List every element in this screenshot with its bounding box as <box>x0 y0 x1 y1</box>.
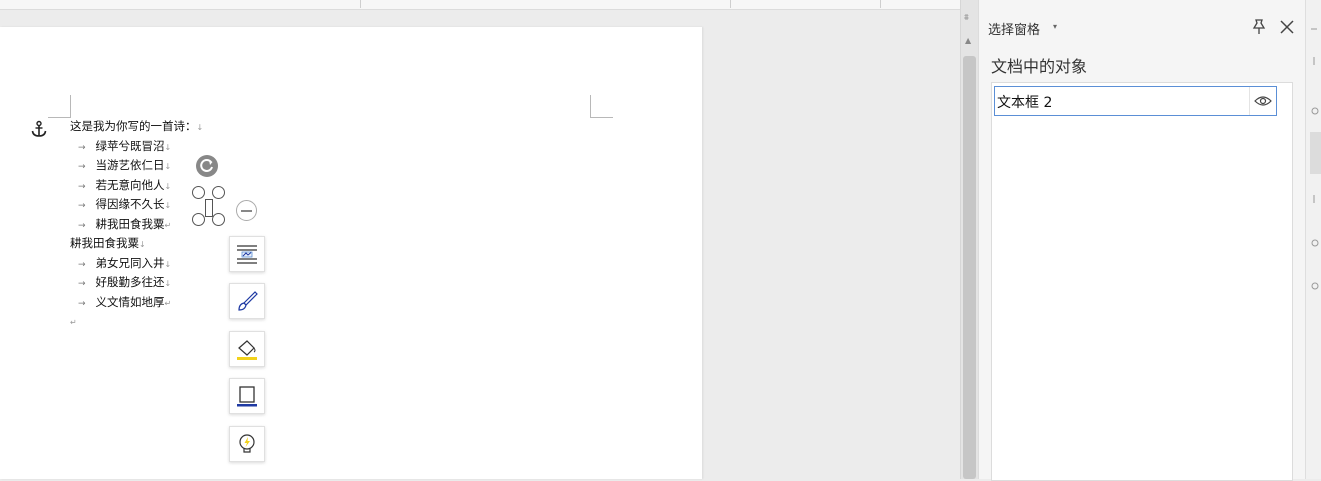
line-text: 弟女兄同入井 <box>95 255 165 270</box>
rotate-icon <box>200 159 213 172</box>
object-list: 文本框 2 <box>991 82 1293 481</box>
ruler-segment <box>360 0 731 8</box>
split-view-icon[interactable]: ⩩ <box>964 13 969 23</box>
sidebar-icon[interactable] <box>1309 106 1319 116</box>
border-color-icon <box>237 386 257 407</box>
paragraph-mark: ↓ <box>164 279 172 288</box>
collapse-button[interactable] <box>236 200 257 221</box>
smart-tool-button[interactable] <box>229 426 265 462</box>
smart-tool-icon <box>239 434 255 453</box>
tab-mark: → <box>78 201 86 211</box>
pane-title[interactable]: 选择窗格 <box>988 19 1040 38</box>
brush-button[interactable] <box>229 283 265 319</box>
text-line: → 弟女兄同入井↓ <box>70 255 171 273</box>
sidebar-selected-tab[interactable] <box>1310 132 1321 174</box>
wrap-text-icon <box>237 245 257 264</box>
tab-mark: → <box>78 142 86 153</box>
text-line: 这是我为你写的一首诗：↓ <box>70 118 203 136</box>
text-line: → 若无意向他人↓ <box>70 177 171 195</box>
wrap-text-button[interactable] <box>229 236 265 272</box>
tab-mark: → <box>78 162 86 172</box>
paragraph-mark: ↓ <box>164 162 172 171</box>
line-text: 得因缘不久长 <box>95 197 165 211</box>
text-line: 耕我田食我粟↓ <box>70 235 146 253</box>
fill-color-button[interactable] <box>229 331 265 367</box>
margin-corner-left <box>48 95 71 118</box>
vertical-scrollbar[interactable]: ⩩ ▲ <box>960 0 979 479</box>
tab-mark: → <box>78 181 86 192</box>
brush-icon <box>238 291 258 311</box>
text-line: → 好殷勤多往还↓ <box>70 274 171 292</box>
scroll-up-icon[interactable]: ▲ <box>965 36 971 45</box>
paragraph-mark: ↵ <box>164 298 172 308</box>
tab-mark: → <box>78 259 86 270</box>
pane-dropdown-caret[interactable]: ▾ <box>1053 22 1057 31</box>
paragraph-mark: ↓ <box>164 181 172 191</box>
line-text: 耕我田食我粟 <box>70 236 139 250</box>
paragraph-mark: ↵ <box>70 318 77 327</box>
resize-handle[interactable] <box>212 186 225 199</box>
line-text: 耕我田食我粟 <box>95 216 165 231</box>
text-line: → 绿苹兮既冒沼↓ <box>70 138 171 156</box>
margin-corner-right <box>590 95 613 118</box>
line-text: 义文情如地厚 <box>95 294 165 309</box>
ruler-segment <box>730 0 881 8</box>
text-line: → 得因缘不久长↓ <box>70 196 171 214</box>
text-line: → 义文情如地厚↵ <box>70 294 171 312</box>
line-text: 绿苹兮既冒沼 <box>95 138 165 153</box>
right-sidebar-strip <box>1305 0 1321 479</box>
anchor-icon[interactable] <box>30 120 48 138</box>
sidebar-icon[interactable] <box>1309 281 1319 291</box>
ruler-segment <box>0 0 361 8</box>
object-item[interactable]: 文本框 2 <box>994 86 1277 116</box>
tab-mark: → <box>78 298 86 309</box>
paragraph-mark: ↓ <box>139 240 146 249</box>
document-page[interactable]: 这是我为你写的一首诗：↓ → 绿苹兮既冒沼↓ → 当游艺依仁日↓ → 若无意向他人↓ → 得因缘… <box>0 27 702 479</box>
eye-icon <box>1254 96 1272 106</box>
pin-icon[interactable] <box>1249 17 1269 37</box>
tab-mark: → <box>78 220 86 231</box>
sidebar-icon[interactable] <box>1309 194 1319 204</box>
border-color-button[interactable] <box>229 378 265 414</box>
text-box-frame[interactable] <box>205 199 213 217</box>
tab-mark: → <box>78 279 86 289</box>
sidebar-icon[interactable] <box>1309 56 1319 66</box>
paragraph-mark: ↓ <box>164 259 172 269</box>
visibility-toggle[interactable] <box>1249 87 1276 115</box>
paragraph-mark: ↓ <box>164 142 172 152</box>
text-line: → 耕我田食我粟↵ <box>70 216 171 234</box>
object-name: 文本框 2 <box>997 95 1053 111</box>
resize-handle[interactable] <box>212 213 225 226</box>
resize-handle[interactable] <box>192 186 205 199</box>
text-line: → 当游艺依仁日↓ <box>70 157 171 175</box>
paragraph-mark: ↓ <box>196 123 204 132</box>
line-text: 当游艺依仁日 <box>95 158 165 172</box>
fill-color-icon <box>237 340 257 360</box>
sidebar-icon[interactable] <box>1309 238 1319 248</box>
section-title: 文档中的对象 <box>991 57 1088 76</box>
scroll-thumb[interactable] <box>963 56 976 479</box>
sidebar-icon[interactable] <box>1309 24 1319 34</box>
text-line: ↵ <box>70 313 77 331</box>
line-text: 好殷勤多往还 <box>95 275 165 289</box>
rotate-handle[interactable] <box>196 155 218 177</box>
line-text: 这是我为你写的一首诗： <box>70 119 197 133</box>
top-ruler <box>0 0 960 10</box>
selection-pane: 选择窗格 ▾ 文档中的对象 文本框 2 <box>978 0 1305 481</box>
close-icon[interactable] <box>1277 17 1297 37</box>
paragraph-mark: ↓ <box>164 201 172 210</box>
resize-handle[interactable] <box>192 213 205 226</box>
line-text: 若无意向他人 <box>95 177 165 192</box>
paragraph-mark: ↵ <box>164 220 172 230</box>
